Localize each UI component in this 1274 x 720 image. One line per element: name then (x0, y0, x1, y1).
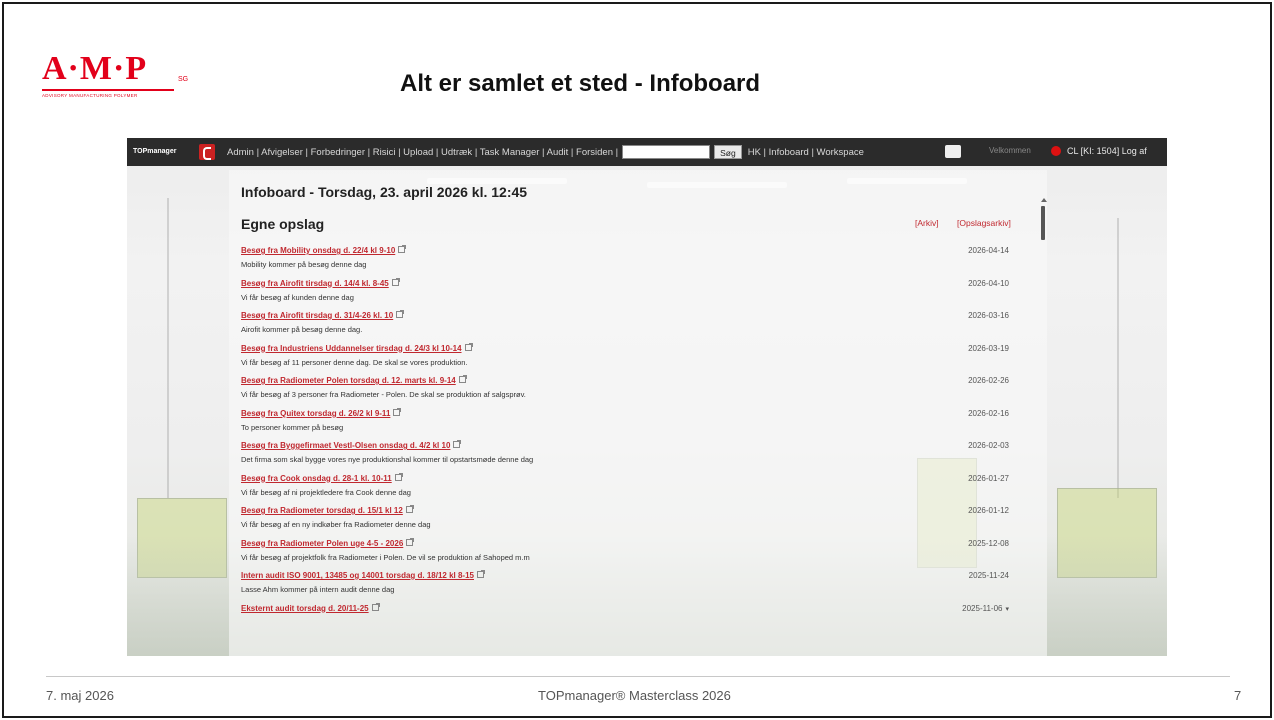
post-date: 2026-02-16 (968, 408, 1009, 418)
post-date: 2026-01-27 (968, 473, 1009, 483)
list-item: Besøg fra Byggefirmaet Vestl-Olsen onsda… (241, 435, 1039, 468)
archive-link[interactable]: [Arkiv] (915, 218, 939, 228)
external-link-icon[interactable] (406, 537, 415, 546)
post-text: Det firma som skal bygge vores nye produ… (241, 455, 534, 464)
infoboard-panel: Infoboard - Torsdag, 23. april 2026 kl. … (229, 170, 1047, 656)
list-item: Besøg fra Industriens Uddannelser tirsda… (241, 338, 1039, 371)
post-title-link[interactable]: Besøg fra Cook onsdag d. 28-1 kl. 10-11 (241, 474, 392, 483)
footer-date: 7. maj 2026 (46, 688, 114, 703)
external-link-icon[interactable] (453, 440, 462, 448)
post-date: 2026-02-26 (968, 376, 1009, 385)
list-item: Eksternt audit torsdag d. 20/11-25 2025-… (241, 598, 1039, 631)
nav-menu[interactable]: Admin | Afvigelser | Forbedringer | Risi… (227, 147, 618, 158)
top-navbar: TOPmanager Admin | Afvigelser | Forbedri… (127, 138, 1167, 166)
post-date: 2025-11-24 (968, 571, 1009, 580)
search-button[interactable]: Søg (714, 145, 742, 159)
app-screenshot: TOPmanager Admin | Afvigelser | Forbedri… (127, 138, 1167, 656)
message-icon[interactable] (945, 145, 961, 158)
list-item: Besøg fra Radiometer Polen uge 4-5 - 202… (241, 533, 1039, 566)
nav-menu-secondary[interactable]: HK | Infoboard | Workspace (748, 147, 864, 158)
post-date: 2026-03-19 (968, 343, 1009, 353)
post-title-link[interactable]: Besøg fra Industriens Uddannelser tirsda… (241, 344, 462, 353)
logo-mark: A·M·P (42, 50, 148, 87)
section-title: Egne opslag (241, 216, 325, 232)
scrollbar[interactable] (1041, 206, 1045, 240)
logo-tagline: ADVISORY MANUFACTURING POLYMER (42, 93, 138, 98)
post-date: 2025-11-06 ▾ (962, 604, 1009, 613)
list-item: Besøg fra Cook onsdag d. 28-1 kl. 10-11 … (241, 468, 1039, 501)
external-link-icon[interactable] (398, 245, 407, 253)
post-title-link[interactable]: Intern audit ISO 9001, 13485 og 14001 to… (241, 571, 474, 580)
post-text: Airofit kommer på besøg denne dag. (241, 325, 363, 334)
user-logout[interactable]: CL [KI: 1504] Log af (1067, 146, 1147, 156)
topmanager-logo[interactable]: TOPmanager (133, 145, 181, 159)
post-title-link[interactable]: Besøg fra Radiometer Polen torsdag d. 12… (241, 376, 456, 385)
footer-title: TOPmanager® Masterclass 2026 (538, 688, 731, 703)
external-link-icon[interactable] (391, 277, 400, 286)
post-text: Lasse Ahm kommer på intern audit denne d… (241, 585, 395, 594)
post-title-link[interactable]: Besøg fra Radiometer Polen uge 4-5 - 202… (241, 539, 403, 548)
page-number: 7 (1234, 688, 1242, 703)
external-link-icon[interactable] (464, 342, 473, 351)
app-icon[interactable] (199, 144, 215, 160)
post-text: Vi får besøg af projektfolk fra Radiomet… (241, 552, 530, 562)
logo-superscript: SG (178, 76, 189, 83)
post-title-link[interactable]: Eksternt audit torsdag d. 20/11-25 (241, 604, 369, 613)
notification-icon[interactable] (1051, 146, 1061, 156)
list-item: Intern audit ISO 9001, 13485 og 14001 to… (241, 565, 1039, 598)
post-text: Vi får besøg af en ny indkøber fra Radio… (241, 520, 431, 529)
slide-title: Alt er samlet et sted - Infoboard (400, 70, 761, 97)
search-input[interactable] (622, 145, 711, 159)
external-link-icon[interactable] (477, 570, 485, 578)
post-archive-link[interactable]: [Opslagsarkiv] (957, 218, 1011, 228)
post-text: Mobility kommer på besøg denne dag (241, 260, 367, 269)
external-link-icon[interactable] (371, 602, 380, 611)
scroll-up-icon[interactable] (1041, 198, 1047, 202)
post-text: Vi får besøg af kunden denne dag (241, 292, 354, 302)
post-date: 2026-04-10 (968, 278, 1009, 288)
post-title-link[interactable]: Besøg fra Airofit tirsdag d. 14/4 kl. 8-… (241, 279, 389, 288)
post-date: 2026-01-12 (968, 506, 1009, 515)
hall-beam (167, 198, 169, 498)
external-link-icon[interactable] (396, 310, 405, 318)
post-date: 2026-04-14 (968, 246, 1009, 255)
external-link-icon[interactable] (394, 472, 403, 481)
list-item: Besøg fra Airofit tirsdag d. 14/4 kl. 8-… (241, 273, 1039, 306)
post-title-link[interactable]: Besøg fra Quitex torsdag d. 26/2 kl 9-11 (241, 409, 390, 418)
post-text: Vi får besøg af ni projektledere fra Coo… (241, 487, 411, 497)
post-date-value: 2025-11-06 (962, 603, 1003, 613)
post-text: Vi får besøg af 3 personer fra Radiomete… (241, 390, 526, 399)
list-item: Besøg fra Radiometer torsdag d. 15/1 kl … (241, 500, 1039, 533)
post-text: To personer kommer på besøg (241, 422, 344, 432)
list-item: Besøg fra Quitex torsdag d. 26/2 kl 9-11… (241, 403, 1039, 436)
list-item: Besøg fra Airofit tirsdag d. 31/4-26 kl.… (241, 305, 1039, 338)
post-title-link[interactable]: Besøg fra Byggefirmaet Vestl-Olsen onsda… (241, 441, 450, 450)
chevron-down-icon[interactable]: ▾ (1005, 606, 1009, 613)
hall-beam (1117, 218, 1119, 498)
list-item: Besøg fra Mobility onsdag d. 22/4 kl 9-1… (241, 240, 1039, 273)
external-link-icon[interactable] (405, 505, 414, 513)
infoboard-title: Infoboard - Torsdag, 23. april 2026 kl. … (241, 184, 528, 200)
post-title-link[interactable]: Besøg fra Airofit tirsdag d. 31/4-26 kl.… (241, 311, 393, 320)
list-item: Besøg fra Radiometer Polen torsdag d. 12… (241, 370, 1039, 403)
post-title-link[interactable]: Besøg fra Radiometer torsdag d. 15/1 kl … (241, 506, 403, 515)
post-list: Besøg fra Mobility onsdag d. 22/4 kl 9-1… (241, 240, 1039, 630)
post-date: 2025-12-08 (968, 538, 1009, 548)
welcome-label: Velkommen (989, 146, 1031, 155)
post-title-link[interactable]: Besøg fra Mobility onsdag d. 22/4 kl 9-1… (241, 246, 395, 255)
amp-logo: A·M·P SG ADVISORY MANUFACTURING POLYMER (42, 52, 192, 112)
post-text: Vi får besøg af 11 personer denne dag. D… (241, 357, 468, 367)
footer-divider (46, 676, 1230, 677)
post-date: 2026-03-16 (968, 311, 1009, 320)
post-date: 2026-02-03 (968, 441, 1009, 450)
external-link-icon[interactable] (393, 407, 402, 416)
external-link-icon[interactable] (458, 375, 467, 383)
logo-underline (42, 89, 174, 91)
